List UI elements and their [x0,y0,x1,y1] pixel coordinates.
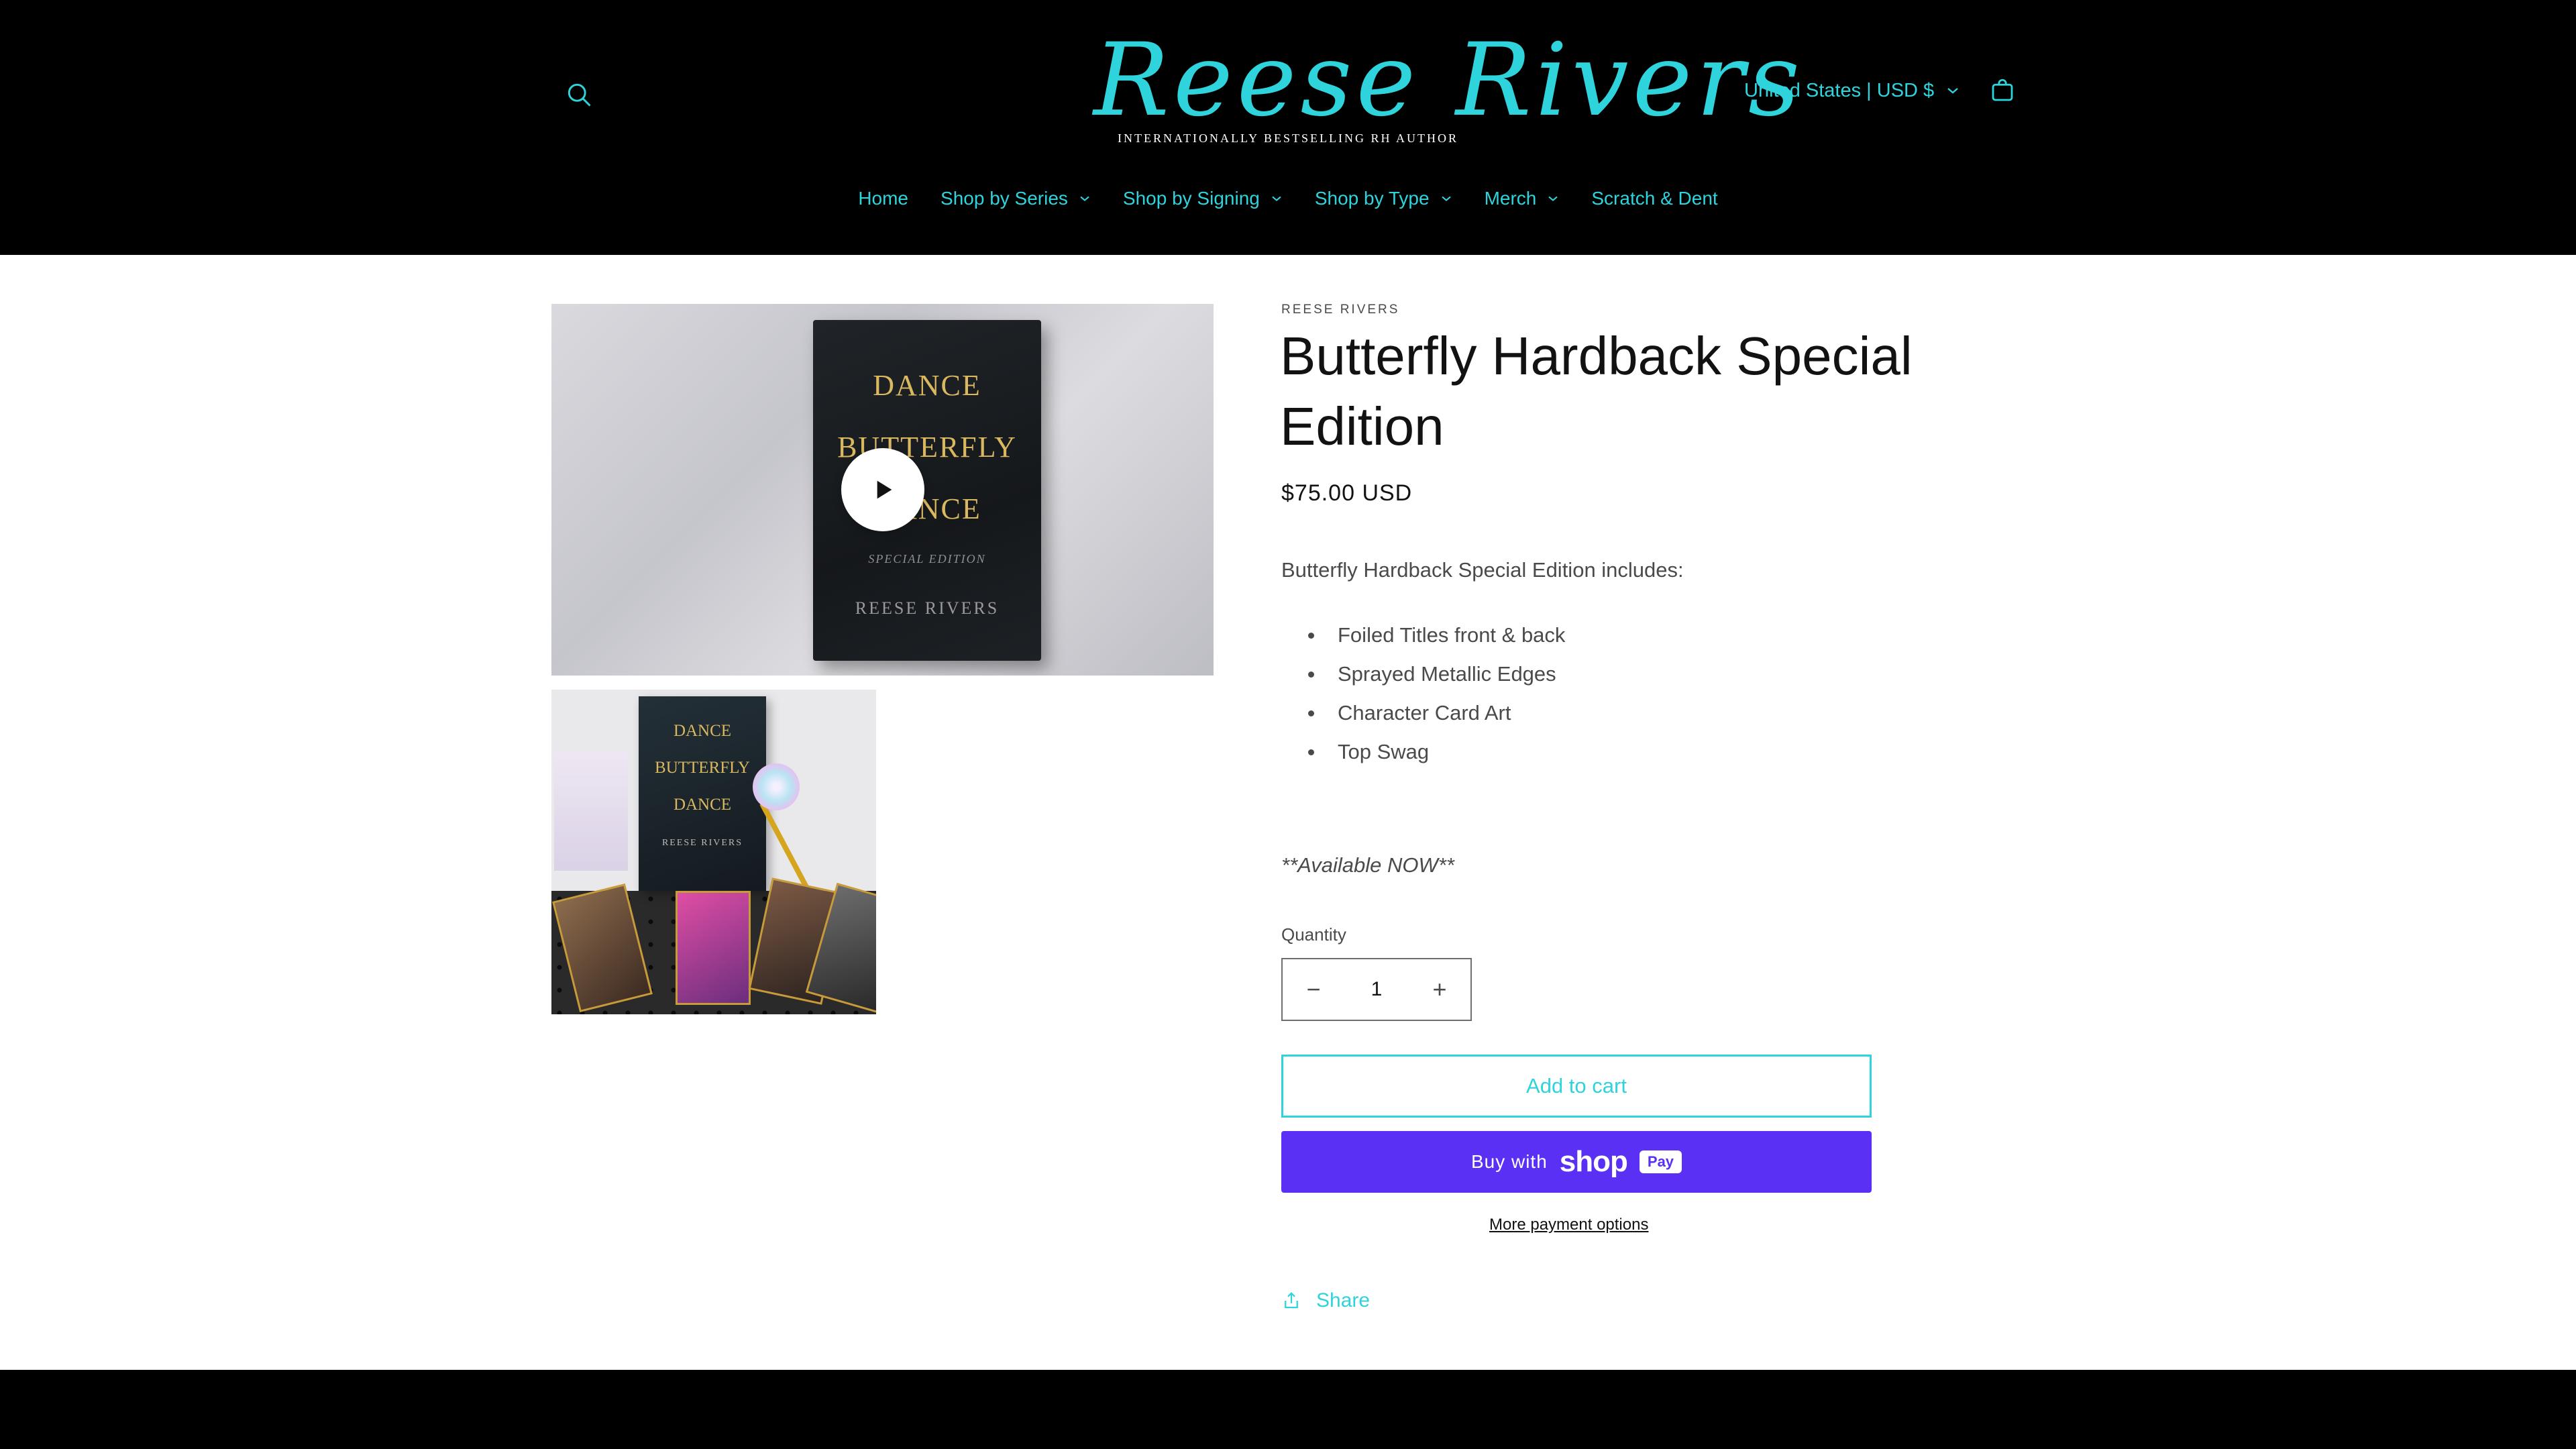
cart-icon [1992,78,2013,101]
plus-icon: + [1432,975,1447,1003]
swag-bag-image [554,750,628,871]
thumbnail-book-line: DANCE [673,796,732,814]
site-header: Reese Rivers INTERNATIONALLY BESTSELLING… [0,0,2576,255]
share-button[interactable]: Share [1281,1289,1370,1312]
main-navigation: Home Shop by Series Shop by Signing Shop… [0,180,2576,217]
product-price: $75.00 USD [1281,480,1413,506]
search-icon [568,83,591,107]
nav-item-label: Scratch & Dent [1591,188,1718,209]
quantity-decrease-button[interactable]: − [1283,959,1344,1020]
book-cover-author: REESE RIVERS [855,598,1000,618]
product-description-intro: Butterfly Hardback Special Edition inclu… [1281,558,1684,582]
search-button[interactable] [555,71,602,118]
share-label: Share [1316,1289,1371,1311]
logo-tagline: INTERNATIONALLY BESTSELLING RH AUTHOR [1117,131,1458,145]
buy-with-shop-pay-button[interactable]: Buy with shop Pay [1281,1131,1872,1193]
nav-item-scratch-and-dent[interactable]: Scratch & Dent [1575,188,1733,209]
logo-script: Reese Rivers [1093,22,1805,139]
site-footer [0,1370,2576,1449]
availability-note: **Available NOW** [1281,853,1454,877]
thumbnail-book-title: DANCE BUTTERFLY DANCE [639,712,766,823]
country-selector-label: United States | USD $ [1744,79,1935,101]
nav-item-home[interactable]: Home [842,188,924,209]
product-vendor: REESE RIVERS [1281,303,1400,317]
nav-item-label: Shop by Type [1314,188,1430,209]
nav-item-label: Merch [1484,188,1537,209]
quantity-stepper: − + [1281,958,1472,1021]
chevron-down-icon [1441,196,1451,201]
pay-badge: Pay [1639,1150,1682,1173]
chevron-down-icon [1548,196,1558,201]
nav-item-merch[interactable]: Merch [1468,188,1576,209]
site-logo[interactable]: Reese Rivers INTERNATIONALLY BESTSELLING… [1093,22,1805,154]
nav-item-shop-by-series[interactable]: Shop by Series [924,188,1107,209]
add-to-cart-button[interactable]: Add to cart [1281,1055,1872,1118]
chevron-down-icon [1080,196,1089,201]
thumbnail-book-line: DANCE [673,722,732,740]
feature-item: Character Card Art [1308,694,1565,733]
play-button[interactable] [841,448,924,531]
holographic-rose [753,763,800,810]
feature-item: Top Swag [1308,733,1565,771]
feature-item: Sprayed Metallic Edges [1308,655,1565,694]
share-icon [1285,1292,1298,1309]
book-cover-line: DANCE [873,369,981,402]
minus-icon: − [1306,975,1321,1003]
book-cover-edition: SPECIAL EDITION [868,552,986,566]
feature-item: Foiled Titles front & back [1308,616,1565,655]
chevron-down-icon [1947,88,1958,94]
cart-button[interactable] [1979,67,2026,114]
nav-item-label: Shop by Series [941,188,1068,209]
nav-item-label: Home [858,188,909,209]
play-icon [877,480,892,499]
thumbnail-book-line: BUTTERFLY [655,759,750,777]
quantity-label: Quantity [1281,924,1346,945]
thumbnail-book-author: REESE RIVERS [661,838,743,848]
character-card [676,891,751,1005]
product-features-list: Foiled Titles front & back Sprayed Metal… [1308,616,1565,771]
quantity-increase-button[interactable]: + [1409,959,1470,1020]
more-payment-options-link[interactable]: More payment options [1489,1216,1648,1234]
buy-with-label: Buy with [1470,1151,1548,1172]
country-selector[interactable]: United States | USD $ [1744,74,1960,107]
nav-item-shop-by-signing[interactable]: Shop by Signing [1107,188,1299,209]
product-image-thumbnail[interactable]: DANCE BUTTERFLY DANCE REESE RIVERS [551,690,876,1014]
thumbnail-book-cover: DANCE BUTTERFLY DANCE REESE RIVERS [639,696,766,891]
nav-item-label: Shop by Signing [1122,188,1260,209]
chevron-down-icon [1272,196,1281,201]
shop-pay-logo: shop [1559,1145,1628,1178]
quantity-input[interactable] [1344,959,1409,1020]
product-video[interactable]: DANCE BUTTERFLY DANCE SPECIAL EDITION RE… [551,304,1214,676]
nav-item-shop-by-type[interactable]: Shop by Type [1299,188,1468,209]
product-title: Butterfly Hardback Special Edition [1280,326,1913,456]
